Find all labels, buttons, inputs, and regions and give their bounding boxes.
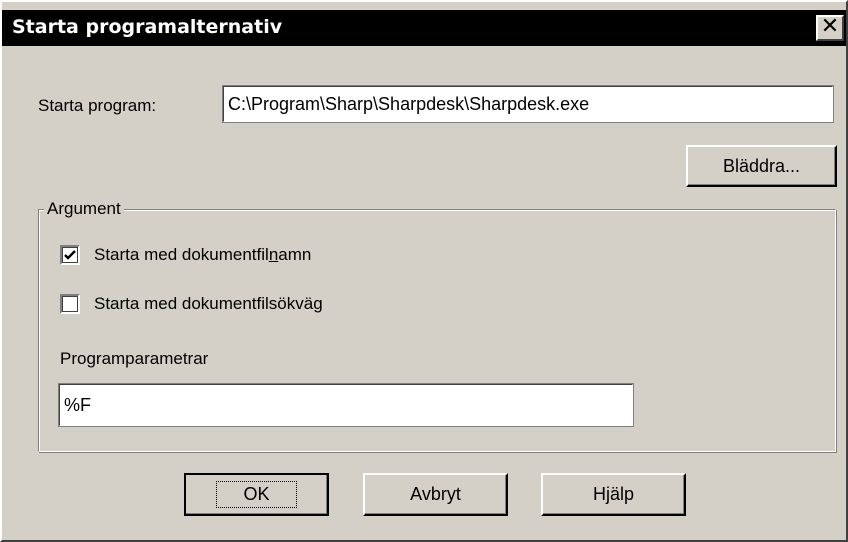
window-title: Starta programalternativ — [12, 16, 283, 38]
start-with-filepath-label[interactable]: Starta med dokumentfilsökväg — [94, 294, 323, 314]
browse-button-label: Bläddra... — [722, 155, 801, 176]
start-with-filepath-checkbox[interactable] — [60, 294, 80, 314]
filename-label-rest: amn — [278, 245, 312, 264]
help-button[interactable]: Hjälp — [541, 473, 686, 516]
program-parameters-input[interactable] — [58, 383, 634, 427]
program-path-input[interactable] — [222, 85, 834, 123]
browse-button[interactable]: Bläddra... — [686, 145, 837, 187]
start-with-filename-label[interactable]: Starta med dokumentfilnamn — [94, 245, 311, 265]
ok-button[interactable]: OK — [184, 473, 329, 516]
checkmark-icon — [64, 250, 76, 260]
cancel-button[interactable]: Avbryt — [363, 473, 508, 516]
close-icon: ✕ — [820, 14, 840, 39]
argument-group-label: Argument — [44, 199, 124, 219]
program-label: Starta program: — [38, 96, 157, 115]
cancel-button-label: Avbryt — [410, 484, 461, 504]
help-button-label: Hjälp — [592, 484, 635, 504]
dialog-window: Starta programalternativ ✕ Starta progra… — [0, 0, 848, 542]
filename-label-accelerator: n — [268, 245, 279, 264]
filename-label-part: Starta med dokumentfil — [94, 245, 269, 264]
start-with-filename-checkbox[interactable] — [60, 245, 80, 265]
title-bar[interactable]: Starta programalternativ ✕ — [2, 10, 846, 46]
close-button[interactable]: ✕ — [816, 15, 844, 41]
ok-button-label: OK — [216, 481, 297, 508]
program-parameters-label: Programparametrar — [60, 349, 209, 368]
